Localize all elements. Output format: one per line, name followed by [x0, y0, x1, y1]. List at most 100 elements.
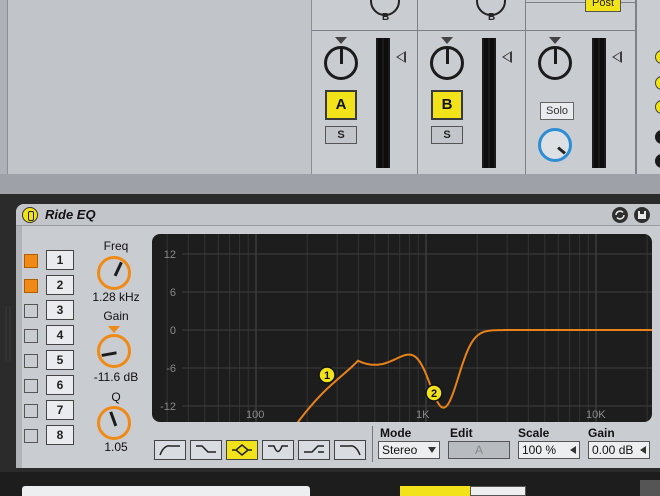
- solo-button[interactable]: Solo: [540, 102, 574, 120]
- y-tick-label: -6: [166, 363, 176, 375]
- send-b-label: B: [488, 12, 496, 23]
- output-gain-field[interactable]: 0.00 dB: [588, 441, 650, 459]
- x-tick-label: 10K: [586, 409, 606, 421]
- mixer-bottom-bar: [0, 174, 660, 194]
- power-icon[interactable]: [22, 207, 38, 223]
- freq-value[interactable]: 1.28 kHz: [84, 290, 148, 304]
- pan-arrow-icon: [335, 37, 347, 44]
- band-button[interactable]: 3: [46, 300, 74, 320]
- output-gain-value: 0.00 dB: [592, 443, 634, 457]
- band-button[interactable]: 5: [46, 350, 74, 370]
- gain-arrow-icon: [108, 326, 120, 333]
- mixer-empty-area: [8, 0, 312, 174]
- band-led[interactable]: [24, 254, 38, 268]
- pan-arrow-icon: [441, 37, 453, 44]
- y-tick-label: -12: [160, 401, 176, 413]
- high-cut-icon[interactable]: [334, 440, 366, 460]
- band-led[interactable]: [24, 304, 38, 318]
- band-button[interactable]: 4: [46, 325, 74, 345]
- pan-arrow-icon: [549, 37, 561, 44]
- gain-label: Gain: [103, 309, 129, 323]
- track-a-strip: B A S: [312, 0, 418, 174]
- scale-field[interactable]: 100 %: [518, 441, 580, 459]
- separator: [372, 426, 373, 462]
- edit-label: Edit: [450, 426, 473, 440]
- pan-knob-icon[interactable]: [538, 46, 572, 80]
- track-b-strip: B B S: [418, 0, 526, 174]
- solo-button[interactable]: S: [325, 126, 357, 144]
- bottom-box[interactable]: [470, 486, 526, 496]
- mode-select[interactable]: Stereo: [378, 441, 440, 459]
- x-tick-label: 100: [246, 409, 264, 421]
- send-b-label: B: [382, 12, 390, 23]
- band-led[interactable]: [24, 279, 38, 293]
- pan-knob-icon[interactable]: [430, 46, 464, 80]
- separator: [312, 30, 417, 31]
- mode-value: Stereo: [382, 443, 418, 457]
- volume-arrow-icon[interactable]: [612, 51, 622, 63]
- resize-grip[interactable]: [9, 306, 11, 361]
- x-tick-label: 1K: [416, 409, 430, 421]
- q-knob[interactable]: [97, 406, 131, 440]
- pan-knob-icon[interactable]: [324, 46, 358, 80]
- y-tick-label: 12: [164, 249, 176, 261]
- separator: [418, 30, 525, 31]
- edit-toggle[interactable]: A: [448, 441, 510, 459]
- volume-arrow-icon[interactable]: [502, 51, 512, 63]
- eq-curve-graph[interactable]: 1260-6-12100 1K 10K12: [152, 234, 652, 422]
- volume-arrow-icon[interactable]: [396, 51, 406, 63]
- band-marker-label: 2: [431, 388, 437, 400]
- low-shelf-icon[interactable]: [190, 440, 222, 460]
- band-button[interactable]: 7: [46, 400, 74, 420]
- gain-value[interactable]: -11.6 dB: [82, 370, 150, 384]
- mixer-left-strip: [0, 0, 8, 180]
- bottom-field[interactable]: [22, 486, 310, 496]
- separator: [526, 30, 635, 31]
- band-marker-label: 1: [324, 370, 330, 382]
- band-led[interactable]: [24, 379, 38, 393]
- gain-knob[interactable]: [97, 334, 131, 368]
- resize-grip[interactable]: [5, 306, 7, 361]
- solo-button[interactable]: S: [431, 126, 463, 144]
- bottom-highlight[interactable]: [400, 486, 470, 496]
- level-meter: [482, 38, 496, 168]
- band-button[interactable]: 6: [46, 375, 74, 395]
- device-title-bar: Ride EQ: [16, 204, 660, 226]
- q-label: Q: [111, 390, 121, 404]
- output-gain-label: Gain: [588, 426, 615, 440]
- device-title: Ride EQ: [45, 207, 96, 222]
- bell-icon[interactable]: [226, 440, 258, 460]
- freq-knob[interactable]: [97, 256, 131, 290]
- mode-label: Mode: [380, 426, 412, 440]
- device-left-edge: [16, 226, 22, 468]
- scale-value: 100 %: [522, 443, 557, 457]
- band-led[interactable]: [24, 354, 38, 368]
- band-led[interactable]: [24, 429, 38, 443]
- arrow-icon: [570, 446, 576, 454]
- band-led[interactable]: [24, 404, 38, 418]
- track-activator-button[interactable]: B: [431, 90, 463, 120]
- save-preset-icon[interactable]: [634, 207, 650, 223]
- mixer-section: B A S B B S Post Solo: [0, 0, 660, 180]
- scale-label: Scale: [518, 426, 550, 440]
- high-shelf-icon[interactable]: [298, 440, 330, 460]
- chevron-down-icon: [428, 447, 436, 453]
- freq-label: Freq: [103, 239, 129, 253]
- arrow-icon: [640, 446, 646, 454]
- live-window: B A S B B S Post Solo Ride EQ 1 2 3 4 5 …: [0, 0, 660, 496]
- y-tick-label: 6: [170, 287, 176, 299]
- band-button[interactable]: 2: [46, 275, 74, 295]
- post-button[interactable]: Post: [585, 0, 621, 12]
- level-meter: [376, 38, 390, 168]
- bottom-control[interactable]: [640, 480, 660, 496]
- track-activator-button[interactable]: A: [325, 90, 357, 120]
- cue-volume-icon[interactable]: [538, 128, 572, 162]
- eq-display[interactable]: 12 6 0 -6 -12 100 1K 10K 1 2: [152, 234, 652, 422]
- q-value[interactable]: 1.05: [96, 440, 136, 454]
- low-cut-icon[interactable]: [154, 440, 186, 460]
- band-led[interactable]: [24, 329, 38, 343]
- band-button[interactable]: 1: [46, 250, 74, 270]
- band-button[interactable]: 8: [46, 425, 74, 445]
- notch-icon[interactable]: [262, 440, 294, 460]
- hot-swap-icon[interactable]: [612, 207, 628, 223]
